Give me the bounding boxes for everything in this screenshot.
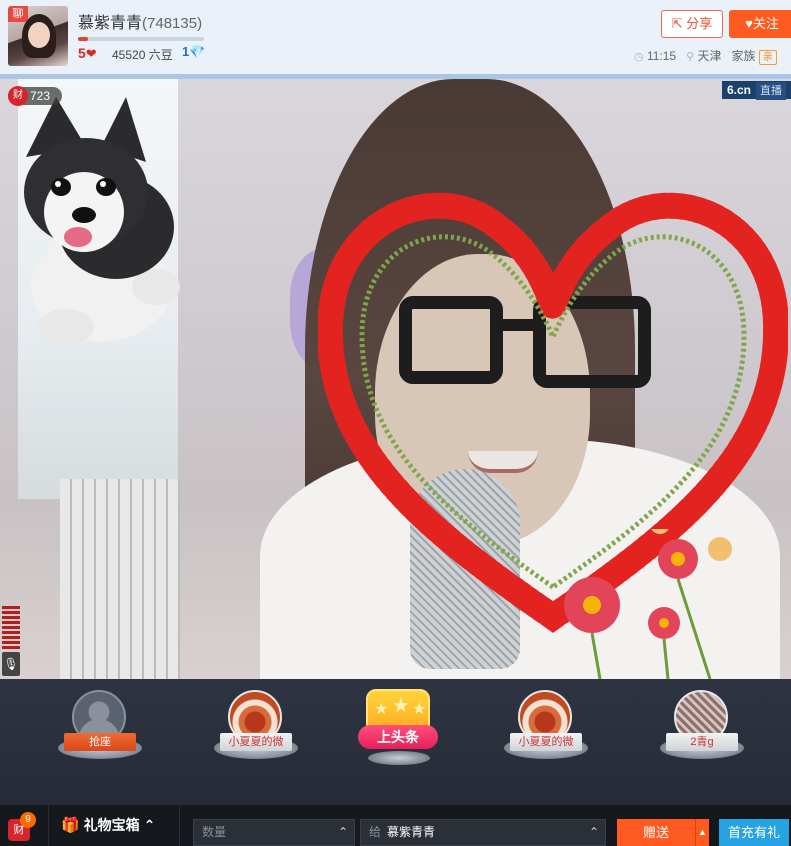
gift-icon: 🎁 (61, 817, 80, 834)
fortune-count: 723 (30, 89, 51, 103)
diamond-icon: 💎 (189, 44, 206, 59)
watermark-live: 直播 (756, 82, 787, 100)
chevron-up-icon: ⌃ (337, 825, 348, 839)
level-progress-bar (78, 37, 204, 41)
husky-sticker (24, 97, 180, 345)
chevron-up-icon: ⌃ (588, 825, 599, 839)
anchor-name[interactable]: 慕紫青青(748135) (78, 9, 202, 33)
level-number: 5 (78, 45, 86, 61)
watermark-logo: 6.cn (727, 83, 752, 97)
video-stream[interactable]: 财 723 6.cn 直播 🎙 (0, 79, 791, 679)
anchor-id: (748135) (142, 15, 203, 32)
diamond-level: 1💎 (182, 44, 205, 60)
clock-icon: ◷ (634, 51, 644, 63)
live-room: 聊 慕紫青青(748135) 5❤ 45520 六豆 1💎 ⇱ 分享 ♥关注 ◷… (0, 0, 791, 846)
star-icon: ★ (392, 695, 410, 717)
fortune-badge: 9 (20, 812, 36, 828)
star-icon: ★ (374, 701, 389, 718)
anchor-avatar[interactable]: 聊 (8, 6, 68, 66)
anchor-name-text: 慕紫青青 (78, 15, 143, 32)
send-gift-button[interactable]: 赠送 (617, 819, 695, 846)
quantity-placeholder: 数量 (202, 825, 227, 839)
anchor-level: 5❤ (78, 45, 97, 62)
background-radiator (60, 479, 180, 679)
share-label: 分享 (686, 16, 713, 31)
follow-button[interactable]: ♥关注 (729, 10, 791, 38)
send-options-button[interactable]: ▲ (695, 819, 709, 846)
level-progress-fill (78, 37, 89, 41)
volume-meter[interactable] (2, 606, 20, 650)
share-icon: ⇱ (671, 16, 683, 31)
flower-sticker (564, 529, 732, 679)
headline-button[interactable]: ★ ★ ★ 上头条 (356, 685, 442, 777)
avatar-face (28, 22, 50, 48)
share-button[interactable]: ⇱ 分享 (661, 10, 723, 38)
seat-user[interactable]: 小夏夏的微 (206, 687, 306, 777)
microphone-button[interactable]: 🎙 (2, 652, 20, 676)
site-watermark: 6.cn 直播 (722, 81, 791, 100)
gift-toolbar: 财 9 🎁 礼物宝箱 ⌃ 数量 ⌃ 给慕紫青青 ⌃ 赠送 ▲ 首充有礼 (0, 805, 791, 846)
follow-label: 关注 (752, 16, 779, 31)
recipient-name: 慕紫青青 (387, 825, 436, 839)
chat-badge: 聊 (8, 6, 28, 22)
gift-box-button[interactable]: 🎁 礼物宝箱 ⌃ (48, 805, 180, 846)
seat-label: 小夏夏的微 (510, 733, 582, 751)
gift-box-label: 礼物宝箱 (83, 817, 140, 833)
bean-count: 45520 六豆 (112, 48, 173, 62)
headline-label: 上头条 (358, 725, 438, 749)
seat-user[interactable]: 2青g (652, 687, 752, 777)
heart-icon: ❤ (85, 46, 97, 61)
seat-grab[interactable]: 抢座 (50, 687, 150, 777)
room-time: 11:15 (646, 49, 677, 63)
family-label: 家族 (731, 49, 756, 63)
seat-pedestal (368, 751, 430, 765)
star-icon: ★ (412, 701, 427, 718)
quantity-select[interactable]: 数量 ⌃ (193, 819, 355, 846)
heart-icon: ♥ (745, 16, 753, 31)
fortune-icon: 财 (8, 86, 28, 106)
recharge-button[interactable]: 首充有礼 (719, 819, 789, 846)
room-meta: ◷ 11:15 ⚲ 天津 家族 亲 (634, 47, 777, 65)
family-tag[interactable]: 亲 (758, 50, 777, 65)
location-icon: ⚲ (686, 51, 695, 63)
recipient-prefix: 给 (369, 825, 382, 839)
chevron-up-icon: ⌃ (143, 817, 156, 833)
microphone-icon: 🎙 (3, 657, 19, 671)
seat-label: 2青g (666, 733, 738, 751)
recipient-select[interactable]: 给慕紫青青 ⌃ (360, 819, 606, 846)
seat-label: 抢座 (64, 733, 136, 751)
room-city: 天津 (697, 49, 722, 63)
room-header: 聊 慕紫青青(748135) 5❤ 45520 六豆 1💎 ⇱ 分享 ♥关注 ◷… (0, 0, 791, 74)
seat-label: 小夏夏的微 (220, 733, 292, 751)
triangle-up-icon: ▲ (698, 827, 707, 837)
fortune-counter[interactable]: 财 723 (8, 86, 63, 106)
fortune-button[interactable]: 财 9 (8, 812, 36, 841)
seat-user[interactable]: 小夏夏的微 (496, 687, 596, 777)
